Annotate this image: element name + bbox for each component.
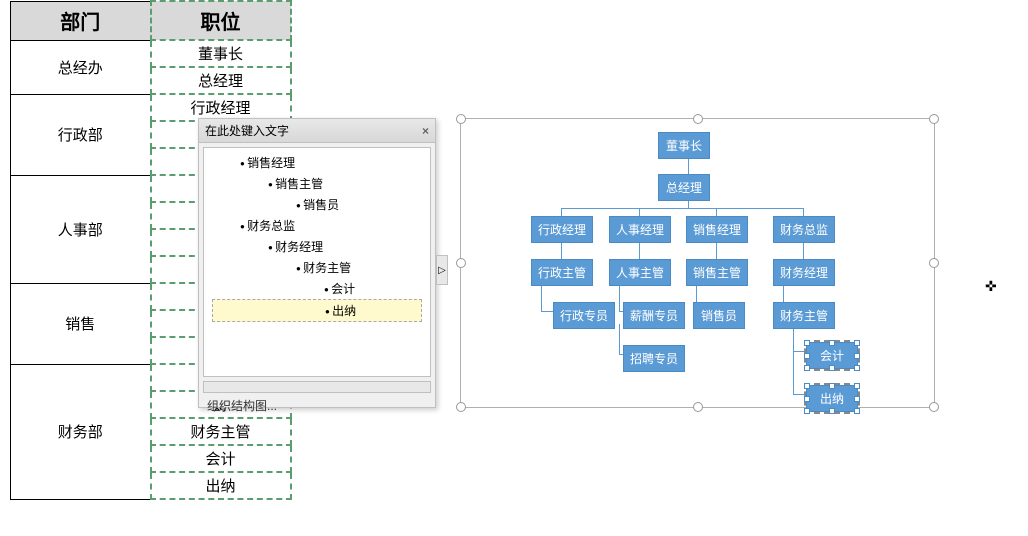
node-handle[interactable] [829, 383, 835, 389]
chart-canvas[interactable]: 董事长总经理行政经理人事经理销售经理财务总监行政主管人事主管销售主管财务经理行政… [460, 118, 935, 408]
text-item[interactable]: 会计 [212, 278, 422, 299]
org-node[interactable]: 人事主管 [609, 259, 671, 286]
dept-cell[interactable]: 销售 [11, 283, 151, 364]
org-node[interactable]: 薪酬专员 [623, 302, 685, 329]
org-node[interactable]: 销售经理 [686, 216, 748, 243]
node-handle[interactable] [804, 396, 810, 402]
expand-button[interactable]: ▷ [436, 255, 448, 285]
org-node[interactable]: 财务总监 [773, 216, 835, 243]
node-handle[interactable] [854, 353, 860, 359]
text-pane-body[interactable]: 销售经理销售主管销售员财务总监财务经理财务主管会计出纳 [203, 147, 431, 377]
text-pane-header[interactable]: 在此处键入文字 × [199, 119, 435, 143]
text-item[interactable]: 销售主管 [212, 173, 422, 194]
node-handle[interactable] [804, 365, 810, 371]
dept-cell[interactable]: 财务部 [11, 364, 151, 499]
text-item[interactable]: 财务主管 [212, 257, 422, 278]
resize-handle-tm[interactable] [693, 114, 703, 124]
org-node[interactable]: 总经理 [658, 174, 710, 201]
org-node[interactable]: 销售员 [693, 302, 745, 329]
text-item[interactable]: 财务经理 [212, 236, 422, 257]
org-node[interactable]: 人事经理 [609, 216, 671, 243]
resize-handle-tl[interactable] [456, 114, 466, 124]
org-node[interactable]: 董事长 [658, 132, 710, 159]
resize-handle-bm[interactable] [693, 402, 703, 412]
resize-handle-bl[interactable] [456, 402, 466, 412]
org-node[interactable]: 会计 [806, 342, 858, 369]
org-node[interactable]: 财务经理 [773, 259, 835, 286]
dept-cell[interactable]: 行政部 [11, 94, 151, 175]
org-node[interactable]: 行政专员 [553, 302, 615, 329]
node-handle[interactable] [804, 408, 810, 414]
dept-cell[interactable]: 人事部 [11, 175, 151, 283]
text-pane-scrollbar[interactable] [203, 381, 431, 393]
text-item[interactable]: 出纳 [212, 299, 422, 322]
text-pane-footer[interactable]: 组织结构图... [199, 393, 435, 418]
dept-cell[interactable]: 总经办 [11, 40, 151, 94]
node-handle[interactable] [854, 408, 860, 414]
text-item[interactable]: 销售经理 [212, 152, 422, 173]
resize-handle-ml[interactable] [456, 258, 466, 268]
cursor-plus-icon: ✜ [985, 278, 997, 295]
text-item[interactable]: 财务总监 [212, 215, 422, 236]
pos-cell[interactable]: 总经理 [151, 67, 291, 94]
org-node[interactable]: 行政主管 [531, 259, 593, 286]
pos-cell[interactable]: 行政经理 [151, 94, 291, 121]
node-handle[interactable] [854, 383, 860, 389]
text-pane-title: 在此处键入文字 [205, 122, 289, 139]
node-handle[interactable] [854, 396, 860, 402]
node-handle[interactable] [829, 340, 835, 346]
resize-handle-tr[interactable] [929, 114, 939, 124]
node-handle[interactable] [829, 408, 835, 414]
org-node[interactable]: 招聘专员 [623, 345, 685, 372]
header-dept: 部门 [11, 1, 151, 40]
pos-cell[interactable]: 会计 [151, 445, 291, 472]
node-handle[interactable] [804, 340, 810, 346]
org-node[interactable]: 行政经理 [531, 216, 593, 243]
org-node[interactable]: 销售主管 [686, 259, 748, 286]
org-node[interactable]: 出纳 [806, 385, 858, 412]
text-item[interactable]: 销售员 [212, 194, 422, 215]
node-handle[interactable] [804, 353, 810, 359]
pos-cell[interactable]: 董事长 [151, 40, 291, 67]
pos-cell[interactable]: 出纳 [151, 472, 291, 499]
node-handle[interactable] [854, 365, 860, 371]
resize-handle-mr[interactable] [929, 258, 939, 268]
header-pos: 职位 [151, 1, 291, 40]
node-handle[interactable] [829, 365, 835, 371]
node-handle[interactable] [804, 383, 810, 389]
text-pane[interactable]: 在此处键入文字 × 销售经理销售主管销售员财务总监财务经理财务主管会计出纳 组织… [198, 118, 436, 408]
org-node[interactable]: 财务主管 [773, 302, 835, 329]
pos-cell[interactable]: 财务主管 [151, 418, 291, 445]
close-icon[interactable]: × [422, 124, 429, 138]
resize-handle-br[interactable] [929, 402, 939, 412]
node-handle[interactable] [854, 340, 860, 346]
